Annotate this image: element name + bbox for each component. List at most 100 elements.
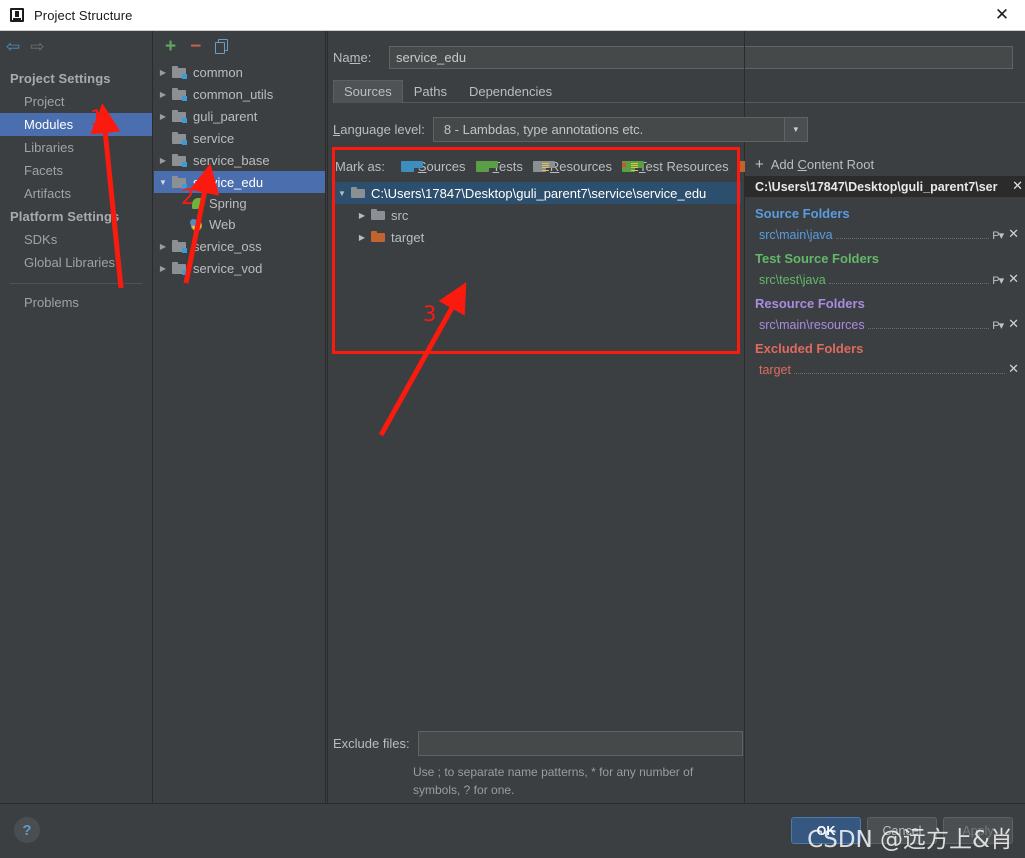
settings-sidebar: ⇦ ⇨ Project Settings Project Modules Lib… xyxy=(0,31,153,803)
module-row-service-edu[interactable]: ▼ service_edu xyxy=(154,171,325,193)
forward-arrow-icon[interactable]: ⇨ xyxy=(30,38,44,55)
ok-button[interactable]: OK xyxy=(791,817,861,844)
tab-paths[interactable]: Paths xyxy=(403,80,458,103)
close-icon[interactable]: ✕ xyxy=(979,0,1025,30)
panel-divider xyxy=(327,31,328,803)
sidebar-item-facets[interactable]: Facets xyxy=(0,159,152,182)
plus-icon: + xyxy=(755,155,764,173)
module-label: common_utils xyxy=(193,86,274,102)
test-source-folder-entry[interactable]: src\test\java P▾ ✕ xyxy=(745,268,1025,287)
module-folder-icon xyxy=(172,239,187,253)
chevron-right-icon[interactable]: ▶ xyxy=(154,156,172,165)
dialog-buttons: OK Cancel Apply xyxy=(791,817,1013,844)
content-root-header: C:\Users\17847\Desktop\guli_parent7\ser … xyxy=(745,176,1025,197)
chevron-right-icon[interactable]: ▶ xyxy=(154,90,172,99)
module-row-service-vod[interactable]: ▶ service_vod xyxy=(154,257,325,279)
sidebar-item-sdks[interactable]: SDKs xyxy=(0,228,152,251)
exclude-files-row: Exclude files: xyxy=(333,731,748,756)
module-label: service_base xyxy=(193,152,270,168)
spring-icon xyxy=(190,197,204,211)
module-folder-icon xyxy=(172,153,187,167)
source-folder-entry[interactable]: src\main\java P▾ ✕ xyxy=(745,223,1025,242)
sidebar-nav-row: ⇦ ⇨ xyxy=(0,31,152,61)
module-name-input[interactable]: service_edu xyxy=(389,45,1013,69)
facet-label: Spring xyxy=(209,196,247,211)
chevron-down-icon[interactable]: ▼ xyxy=(154,178,172,187)
exclude-files-section: Exclude files: Use ; to separate name pa… xyxy=(333,731,748,799)
resource-folders-title: Resource Folders xyxy=(755,296,865,311)
language-level-value: 8 - Lambdas, type annotations etc. xyxy=(443,122,644,137)
module-row-service-oss[interactable]: ▶ service_oss xyxy=(154,235,325,257)
package-prefix-icon[interactable]: P▾ xyxy=(992,229,1004,242)
sidebar-item-libraries[interactable]: Libraries xyxy=(0,136,152,159)
remove-folder-icon[interactable]: ✕ xyxy=(1008,271,1019,287)
facet-row-web[interactable]: Web xyxy=(154,214,325,235)
sidebar-item-artifacts[interactable]: Artifacts xyxy=(0,182,152,205)
chevron-right-icon[interactable]: ▶ xyxy=(154,112,172,121)
source-folders-title: Source Folders xyxy=(755,206,850,221)
remove-module-button[interactable]: − xyxy=(190,37,201,56)
content-root-tree[interactable]: ▼ C:\Users\17847\Desktop\guli_parent7\se… xyxy=(333,182,741,362)
apply-button[interactable]: Apply xyxy=(943,817,1013,844)
dialog-footer: ? OK Cancel Apply xyxy=(0,803,1025,858)
title-bar: Project Structure ✕ xyxy=(0,0,1025,31)
test-source-folders-title: Test Source Folders xyxy=(755,251,880,266)
exclude-files-input[interactable] xyxy=(417,731,743,756)
exclude-files-label: Exclude files: xyxy=(333,736,410,751)
add-module-button[interactable]: + xyxy=(165,37,176,56)
tab-sources[interactable]: Sources xyxy=(333,80,403,103)
content-root-child-src[interactable]: ▶ src xyxy=(333,204,741,226)
mark-as-test-resources-button[interactable]: Test Resources xyxy=(622,159,729,174)
add-content-root-label: Add Content Root xyxy=(770,156,875,172)
chevron-right-icon[interactable]: ▶ xyxy=(353,233,371,242)
remove-folder-icon[interactable]: ✕ xyxy=(1008,361,1019,377)
sidebar-item-problems[interactable]: Problems xyxy=(0,291,152,314)
mark-as-tests-button[interactable]: Tests xyxy=(475,159,523,174)
help-icon[interactable]: ? xyxy=(14,817,40,843)
chevron-right-icon[interactable]: ▶ xyxy=(154,68,172,77)
cancel-button[interactable]: Cancel xyxy=(867,817,937,844)
folder-icon xyxy=(351,187,365,199)
module-row-service-base[interactable]: ▶ service_base xyxy=(154,149,325,171)
module-row-service[interactable]: ▶ service xyxy=(154,127,325,149)
remove-content-root-icon[interactable]: ✕ xyxy=(1012,178,1023,194)
modules-tree: ▶ common ▶ common_utils ▶ guli_parent ▶ … xyxy=(154,61,325,279)
package-prefix-icon[interactable]: P▾ xyxy=(992,319,1004,332)
back-arrow-icon[interactable]: ⇦ xyxy=(6,38,20,55)
content-root-row[interactable]: ▼ C:\Users\17847\Desktop\guli_parent7\se… xyxy=(333,182,741,204)
sidebar-divider xyxy=(10,283,142,284)
package-prefix-icon[interactable]: P▾ xyxy=(992,274,1004,287)
resource-folder-entry[interactable]: src\main\resources P▾ ✕ xyxy=(745,313,1025,332)
chevron-right-icon[interactable]: ▶ xyxy=(353,211,371,220)
excluded-folder-entry[interactable]: target ✕ xyxy=(745,358,1025,377)
chevron-down-icon[interactable]: ▼ xyxy=(783,118,807,141)
add-content-root-button[interactable]: + Add Content Root xyxy=(745,152,1025,176)
language-level-select[interactable]: 8 - Lambdas, type annotations etc. ▼ xyxy=(432,117,808,142)
mark-as-sources-label: Sources xyxy=(418,158,466,174)
remove-folder-icon[interactable]: ✕ xyxy=(1008,316,1019,332)
modules-toolbar: + − xyxy=(154,31,325,61)
mark-as-sources-button[interactable]: Sources xyxy=(400,158,466,174)
tab-dependencies[interactable]: Dependencies xyxy=(458,80,563,103)
chevron-down-icon[interactable]: ▼ xyxy=(333,189,351,198)
remove-folder-icon[interactable]: ✕ xyxy=(1008,226,1019,242)
folder-icon xyxy=(371,209,385,221)
sidebar-item-modules[interactable]: Modules xyxy=(0,113,152,136)
project-structure-dialog: Project Structure ✕ ⇦ ⇨ Project Settings… xyxy=(0,0,1025,858)
folder-path: src\test\java xyxy=(759,273,826,287)
tree-spacer: ▶ xyxy=(154,134,172,143)
sidebar-item-global-libraries[interactable]: Global Libraries xyxy=(0,251,152,274)
content-root-child-target[interactable]: ▶ target xyxy=(333,226,741,248)
chevron-right-icon[interactable]: ▶ xyxy=(154,242,172,251)
sidebar-item-project[interactable]: Project xyxy=(0,90,152,113)
facet-row-spring[interactable]: Spring xyxy=(154,193,325,214)
module-row-common[interactable]: ▶ common xyxy=(154,61,325,83)
folder-path: target xyxy=(759,363,791,377)
mark-as-resources-button[interactable]: Resources xyxy=(532,159,612,174)
modules-panel: + − ▶ common ▶ common_utils ▶ guli_paren… xyxy=(154,31,326,803)
copy-module-icon[interactable] xyxy=(215,38,229,54)
module-row-guli-parent[interactable]: ▶ guli_parent xyxy=(154,105,325,127)
chevron-right-icon[interactable]: ▶ xyxy=(154,264,172,273)
module-row-common-utils[interactable]: ▶ common_utils xyxy=(154,83,325,105)
sidebar-group-platform-settings: Platform Settings xyxy=(10,209,120,224)
